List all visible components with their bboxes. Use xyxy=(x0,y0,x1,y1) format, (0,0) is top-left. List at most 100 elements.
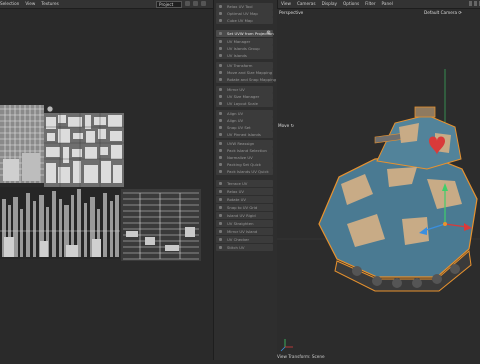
menu-selection[interactable]: Selection xyxy=(0,1,19,7)
uv-tool-icon xyxy=(219,238,222,241)
uv-tool-item[interactable]: UVW Reassign xyxy=(216,140,273,147)
uv-tool-icon xyxy=(219,95,222,98)
uv-tool-label: Move and Size Mapping xyxy=(227,70,273,75)
uv-tool-item[interactable]: Align UV xyxy=(216,110,273,117)
uv-tool-icon xyxy=(219,19,222,22)
uv-tool-icon xyxy=(219,112,222,115)
uv-tool-label: Island UV Rigid xyxy=(227,213,256,218)
grid-icon[interactable] xyxy=(185,1,190,6)
uv-pivot-handle[interactable] xyxy=(46,105,54,113)
uv-tool-item[interactable]: UV Islands Group xyxy=(216,45,273,52)
uv-tool-item[interactable]: UV Transform xyxy=(216,62,273,69)
uv-tool-item[interactable]: Set UVW from Projection ⚙ xyxy=(216,30,274,37)
uv-tool-label: Cube UV Map xyxy=(227,18,253,23)
tank-model xyxy=(318,106,478,292)
uv-tool-label: Pack Island Selection xyxy=(227,148,267,153)
uv-islands-top-right xyxy=(44,113,124,187)
uv-tool-label: UV Layout Scale xyxy=(227,101,258,106)
uv-tool-item[interactable]: Rotate and Snap Mapping xyxy=(216,76,277,83)
uv-tool-icon xyxy=(219,182,222,185)
uv-tool-item[interactable]: Cube UV Map xyxy=(216,17,273,24)
uv-tool-icon xyxy=(219,222,222,225)
uv-tool-icon xyxy=(219,47,222,50)
menu-view-vp[interactable]: View xyxy=(281,1,291,6)
uv-layout-canvas[interactable] xyxy=(0,9,213,360)
uv-tool-label: Stitch UV xyxy=(227,245,245,250)
uv-tool-label: Normalize UV xyxy=(227,155,253,160)
uv-tool-item[interactable]: UV Straighten xyxy=(216,220,273,227)
uv-tool-item[interactable]: UV Manager xyxy=(216,38,273,45)
uv-tool-item[interactable]: Pack Island Selection xyxy=(216,147,273,154)
expand-icon[interactable] xyxy=(201,1,206,6)
uv-editor-menu: Selection View Textures xyxy=(0,1,59,7)
uv-tool-label: UV Islands Group xyxy=(227,46,260,51)
uv-tool-label: Relax UV Tool xyxy=(227,4,253,9)
uv-editor[interactable] xyxy=(0,9,213,360)
uv-tool-icon xyxy=(219,32,222,35)
uv-tool-icon xyxy=(219,40,222,43)
uv-tool-item[interactable]: Packing Set Quick xyxy=(216,161,273,168)
uv-tool-item[interactable]: Island UV Rigid xyxy=(216,212,273,219)
uv-tool-item[interactable]: Align UV xyxy=(216,117,273,124)
menu-panel[interactable]: Panel xyxy=(382,1,393,6)
viewport-nav-icons xyxy=(469,1,480,6)
uv-tool-item[interactable]: UV Checker xyxy=(216,236,273,243)
uv-tool-icon xyxy=(219,5,222,8)
uv-tool-item[interactable]: Pack Islands UV Quick xyxy=(216,168,273,175)
uv-tool-label: UVW Reassign xyxy=(227,141,255,146)
uv-tool-item[interactable]: UV Layout Scale xyxy=(216,100,273,107)
uv-tool-icon xyxy=(219,142,222,145)
uv-tool-item[interactable]: UV Islands xyxy=(216,52,273,59)
uv-tools-list: Relax UV Tool Optimal UV Map Cube UV Map Se… xyxy=(213,0,276,360)
uv-tool-icon xyxy=(219,54,222,57)
uv-tool-icon xyxy=(219,198,222,201)
uv-tool-icon xyxy=(219,133,222,136)
uv-tool-icon xyxy=(219,230,222,233)
uv-tool-item[interactable]: Mirror UV xyxy=(216,86,273,93)
uv-tool-label: Rotate and Snap Mapping xyxy=(227,77,277,82)
uv-islands-top-left xyxy=(0,105,44,183)
uv-tool-label: Mirror UV xyxy=(227,87,245,92)
uv-tool-item[interactable]: UV Pinned Islands xyxy=(216,131,273,138)
uv-tool-item[interactable]: Optimal UV Map xyxy=(216,10,273,17)
uv-tool-label: Terrace UV xyxy=(227,181,248,186)
uv-tool-item[interactable]: Relax UV Tool xyxy=(216,3,273,10)
uv-tool-label: Align UV xyxy=(227,118,244,123)
uv-tool-item[interactable]: Snap UV Set xyxy=(216,124,273,131)
tank-model-render[interactable] xyxy=(277,9,480,360)
uv-tool-label: Align UV xyxy=(227,111,244,116)
viewport-menu: View Cameras Display Options Filter Pane… xyxy=(281,1,393,6)
zoom-view-icon[interactable] xyxy=(474,1,477,6)
uv-tool-item[interactable]: Move and Size Mapping xyxy=(216,69,273,76)
uv-tool-label: UV Pinned Islands xyxy=(227,132,261,137)
move-tool-icon: ↻ xyxy=(290,123,295,128)
uv-tool-item[interactable]: Relax UV xyxy=(216,188,273,195)
uv-tool-item[interactable]: Normalize UV xyxy=(216,154,273,161)
move-view-icon[interactable] xyxy=(469,1,472,6)
uv-islands-bottom-left xyxy=(0,187,120,259)
uv-tool-label: Snap UV Set xyxy=(227,125,251,130)
uv-tool-label: UV Size Manager xyxy=(227,94,260,99)
camera-dropdown-icon: ⟳ xyxy=(458,10,462,15)
uv-tool-item[interactable]: Mirror UV Island xyxy=(216,228,273,235)
uv-tool-item[interactable]: UV Size Manager xyxy=(216,93,273,100)
menu-display[interactable]: Display xyxy=(322,1,337,6)
uv-tool-label: Mirror UV Island xyxy=(227,229,258,234)
uv-tool-item[interactable]: Stitch UV xyxy=(216,244,273,251)
3d-viewport[interactable] xyxy=(277,9,480,360)
gear-icon[interactable]: ⚙ xyxy=(267,30,271,36)
menu-view[interactable]: View xyxy=(25,1,35,7)
uv-tool-icon xyxy=(219,206,222,209)
menu-cameras[interactable]: Cameras xyxy=(297,1,316,6)
project-dropdown[interactable]: Project xyxy=(156,1,182,8)
settings-icon[interactable] xyxy=(193,1,198,6)
menu-textures[interactable]: Textures xyxy=(41,1,59,7)
uv-tool-item[interactable]: Snap to UV Grid xyxy=(216,204,273,211)
uv-tool-icon xyxy=(219,12,222,15)
uv-tool-item[interactable]: Rotate UV xyxy=(216,196,273,203)
menu-filter[interactable]: Filter xyxy=(365,1,375,6)
viewport-camera-label[interactable]: Default Camera ⟳ xyxy=(424,10,462,15)
menu-options[interactable]: Options xyxy=(343,1,359,6)
uv-tool-item[interactable]: Terrace UV xyxy=(216,180,273,187)
viewport-perspective-label[interactable]: Perspective xyxy=(279,10,303,15)
